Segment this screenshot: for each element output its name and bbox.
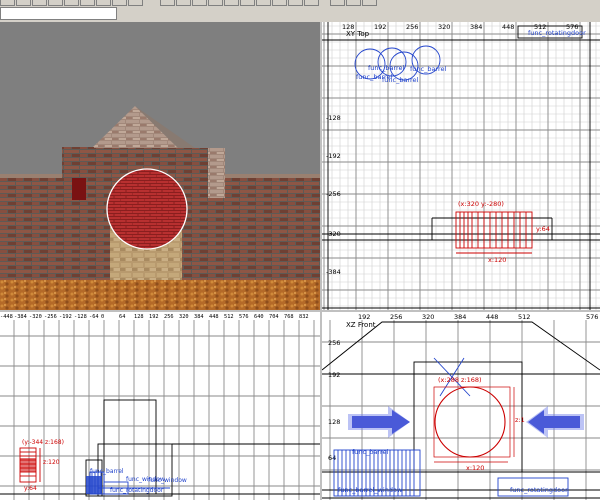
entity-label: func_barrel — [368, 64, 405, 72]
tick-x: -64 — [89, 314, 99, 320]
tick-x: -320 — [29, 314, 42, 320]
toolbar-button[interactable] — [176, 0, 191, 6]
tick-x: 192 — [149, 314, 159, 320]
tick-x: 640 — [254, 314, 264, 320]
toolbar-button[interactable] — [330, 0, 345, 6]
entity-label: func_rotatingdoor — [510, 486, 568, 494]
tick-y: 256 — [328, 339, 340, 347]
tick-x: -384 — [14, 314, 27, 320]
tick-x: -128 — [74, 314, 87, 320]
viewport-label: XZ Front — [346, 321, 376, 329]
selection-width: x:120 — [488, 256, 506, 264]
leaf-ground — [0, 280, 320, 310]
toolbar-button[interactable] — [304, 0, 319, 6]
tick-x: 448 — [486, 313, 498, 321]
editor-toolbar — [0, 0, 600, 23]
tick-y: -384 — [326, 268, 341, 276]
toolbar-button[interactable] — [256, 0, 271, 6]
selection-height: y:64 — [536, 225, 550, 233]
tick-x: 0 — [101, 314, 104, 320]
toolbar-button[interactable] — [288, 0, 303, 6]
toolbar-button[interactable] — [240, 0, 255, 6]
selection-height: z:1 — [515, 416, 525, 424]
toolbar-button[interactable] — [32, 0, 47, 6]
xz-front-viewport[interactable]: 192 256 320 384 448 512 576 256 192 128 … — [322, 312, 600, 500]
tick-x: 192 — [374, 23, 386, 31]
toolbar-button[interactable] — [112, 0, 127, 6]
toolbar-button[interactable] — [208, 0, 223, 6]
tick-x: 192 — [358, 313, 370, 321]
tick-x: 512 — [224, 314, 234, 320]
entity-label: func_barrel — [352, 448, 389, 456]
toolbar-button[interactable] — [96, 0, 111, 6]
entity-label: func_window — [148, 477, 187, 484]
selection-coords: (x:320 y:-280) — [458, 200, 504, 208]
entity-label: func_barrel — [410, 65, 447, 73]
entity-label: func_barrel — [90, 468, 124, 475]
entity-label: func_rotatingdoor — [528, 29, 586, 37]
tick-y: -128 — [326, 114, 341, 122]
selection-fill — [20, 458, 36, 472]
toolbar-button[interactable] — [346, 0, 361, 6]
toolbar-button[interactable] — [0, 0, 15, 6]
entity-label: func_barrel — [382, 76, 419, 84]
tick-x: -448 — [0, 314, 13, 320]
barrel-fill — [86, 476, 102, 494]
tick-y: -320 — [326, 230, 341, 238]
tick-x: -256 — [44, 314, 57, 320]
toolbar-button[interactable] — [80, 0, 95, 6]
tick-x: 448 — [502, 23, 514, 31]
tick-x: 320 — [179, 314, 189, 320]
tick-y: 64 — [328, 454, 336, 462]
toolbar-button[interactable] — [272, 0, 287, 6]
selection-width: y:64 — [24, 485, 37, 492]
selection-coords: (x:288 z:168) — [438, 376, 482, 384]
toolbar-button[interactable] — [128, 0, 143, 6]
tick-x: 384 — [194, 314, 204, 320]
viewport-label: XY Top — [346, 30, 370, 38]
entity-label: func_rotatingdoor — [110, 487, 164, 494]
tick-x: 256 — [390, 313, 402, 321]
yz-side-viewport[interactable]: -448 -384 -320 -256 -192 -128 -64 0 64 1… — [0, 312, 320, 500]
tick-x: 704 — [269, 314, 279, 320]
xy-top-viewport[interactable]: 128 192 256 320 384 448 512 576 -128 -19… — [322, 22, 600, 310]
tick-x: 576 — [239, 314, 249, 320]
tick-x: -192 — [59, 314, 72, 320]
tick-x: 832 — [299, 314, 309, 320]
selection-height: z:120 — [43, 459, 60, 466]
selection-coords: (y:-344 z:168) — [22, 439, 64, 446]
tick-y: 192 — [328, 371, 340, 379]
tick-x: 512 — [518, 313, 530, 321]
tick-x: 256 — [164, 314, 174, 320]
horizontal-splitter[interactable] — [0, 310, 600, 312]
tick-x: 64 — [119, 314, 125, 320]
camera-3d-viewport[interactable] — [0, 22, 320, 310]
toolbar-button[interactable] — [362, 0, 377, 6]
entity-label: func_barrel_window — [338, 486, 403, 494]
toolbar-button[interactable] — [16, 0, 31, 6]
tick-x: 320 — [438, 23, 450, 31]
tick-y: -256 — [326, 190, 341, 198]
tick-x: 256 — [406, 23, 418, 31]
texture-filter-input[interactable] — [0, 7, 117, 20]
selection-width: x:120 — [466, 464, 484, 472]
tick-x: 320 — [422, 313, 434, 321]
toolbar-button[interactable] — [192, 0, 207, 6]
tick-x: 576 — [586, 313, 598, 321]
toolbar-button[interactable] — [224, 0, 239, 6]
vertical-splitter[interactable] — [320, 22, 322, 500]
toolbar-button[interactable] — [160, 0, 175, 6]
tick-y: -192 — [326, 152, 341, 160]
tick-y: 128 — [328, 418, 340, 426]
selected-window-brush[interactable] — [106, 168, 188, 250]
tick-x: 768 — [284, 314, 294, 320]
tick-x: 448 — [209, 314, 219, 320]
toolbar-button[interactable] — [48, 0, 63, 6]
tick-x: 128 — [134, 314, 144, 320]
door — [72, 178, 86, 200]
tick-x: 384 — [454, 313, 466, 321]
toolbar-button[interactable] — [64, 0, 79, 6]
tick-x: 384 — [470, 23, 482, 31]
